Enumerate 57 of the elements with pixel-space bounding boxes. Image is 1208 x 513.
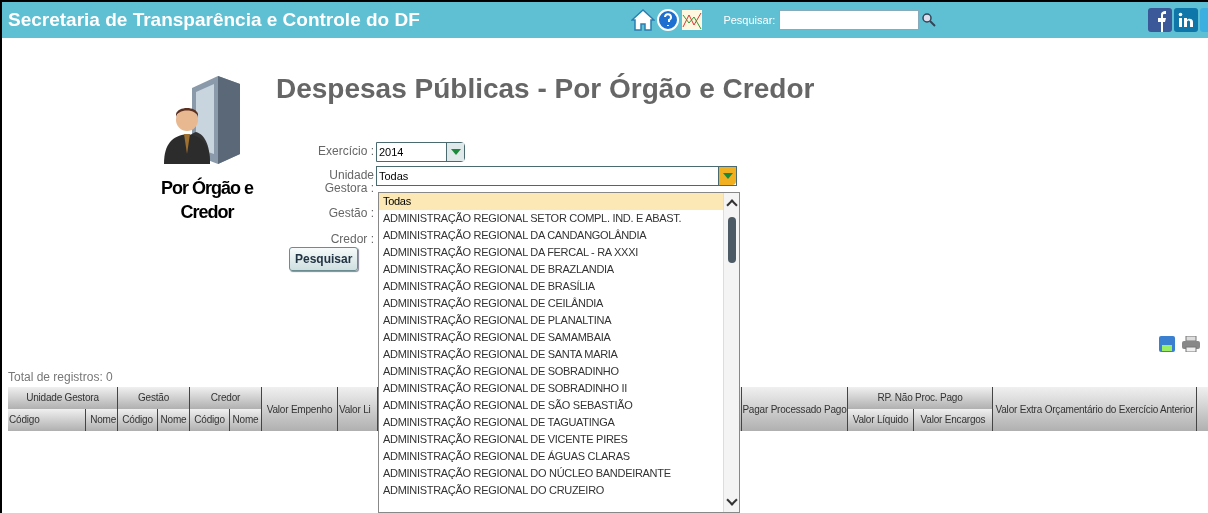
column-header: Código xyxy=(190,409,230,431)
dropdown-option[interactable]: Todas xyxy=(379,193,723,210)
dropdown-option[interactable]: ADMINISTRAÇÃO REGIONAL DA FERCAL - RA XXXI xyxy=(379,244,723,261)
dropdown-option[interactable]: ADMINISTRAÇÃO REGIONAL DO NÚCLEO BANDEIRANTE xyxy=(379,465,723,482)
record-count: Total de registros: 0 xyxy=(8,369,113,386)
dropdown-option[interactable]: ADMINISTRAÇÃO REGIONAL SETOR COMPL. IND. E ABAST. xyxy=(379,210,723,227)
dropdown-option[interactable]: ADMINISTRAÇÃO REGIONAL DE SÃO SEBASTIÃO xyxy=(379,397,723,414)
column-header: Valor Li xyxy=(338,387,378,431)
dropdown-option[interactable]: ADMINISTRAÇÃO REGIONAL DE ÁGUAS CLARAS xyxy=(379,448,723,465)
search-field[interactable] xyxy=(779,10,920,30)
print-icon[interactable] xyxy=(1182,336,1200,352)
search-label: Pesquisar: xyxy=(723,12,776,28)
search-icon[interactable] xyxy=(922,13,937,27)
dropdown-option[interactable]: ADMINISTRAÇÃO REGIONAL DE SOBRADINHO II xyxy=(379,380,723,397)
column-header: Nome xyxy=(86,409,118,431)
dropdown-option[interactable]: ADMINISTRAÇÃO REGIONAL DE CEILÂNDIA xyxy=(379,295,723,312)
field-label: Gestão : xyxy=(327,205,374,220)
column-group-header: Credor xyxy=(190,387,262,409)
dropdown-option[interactable]: ADMINISTRAÇÃO REGIONAL DE SANTA MARIA xyxy=(379,346,723,363)
dropdown-option[interactable]: ADMINISTRAÇÃO REGIONAL DE VICENTE PIRES xyxy=(379,431,723,448)
select-field[interactable]: 2014 xyxy=(376,142,465,162)
column-group-header: Unidade Gestora xyxy=(8,387,118,409)
section-caption: Por Órgão e Credor xyxy=(160,176,255,224)
column-header: Nome xyxy=(158,409,190,431)
column-header: Pagar Processado Pago xyxy=(742,387,848,431)
select-field[interactable]: Todas xyxy=(376,166,737,186)
facebook-icon[interactable] xyxy=(1148,8,1172,32)
column-header: Valor Encargos xyxy=(914,409,993,431)
dropdown-option[interactable]: ADMINISTRAÇÃO REGIONAL DE SOBRADINHO xyxy=(379,363,723,380)
dropdown-option[interactable]: ADMINISTRAÇÃO REGIONAL DE PLANALTINA xyxy=(379,312,723,329)
column-header: Nome xyxy=(230,409,262,431)
page-title: Despesas Públicas - Por Órgão e Credor xyxy=(276,72,815,106)
dropdown-option[interactable]: ADMINISTRAÇÃO REGIONAL DA CANDANGOLÂNDIA xyxy=(379,227,723,244)
column-group-header: Gestão xyxy=(118,387,190,409)
column-header: Código xyxy=(8,409,86,431)
home-icon[interactable] xyxy=(631,8,656,32)
save-icon[interactable] xyxy=(1159,336,1175,352)
field-label: Exercício : xyxy=(317,143,374,158)
field-label: Unidade Gestora : xyxy=(323,167,374,195)
help-icon[interactable] xyxy=(657,9,680,31)
chart-icon[interactable] xyxy=(681,9,704,31)
dropdown-option[interactable]: ADMINISTRAÇÃO REGIONAL DE SAMAMBAIA xyxy=(379,329,723,346)
scroll-thumb[interactable] xyxy=(727,217,736,263)
column-header: Valor Extra Orçamentário do Exercício Anterior xyxy=(993,387,1197,431)
dropdown-option[interactable]: ADMINISTRAÇÃO REGIONAL DE TAGUATINGA xyxy=(379,414,723,431)
site-title: Secretaria de Transparência e Controle do DF xyxy=(8,7,420,32)
dropdown-option[interactable]: ADMINISTRAÇÃO REGIONAL DE BRAZLANDIA xyxy=(379,261,723,278)
column-header: Código xyxy=(118,409,158,431)
search-button[interactable]: Pesquisar xyxy=(289,247,359,271)
field-label: Credor : xyxy=(329,231,374,246)
dropdown-option[interactable]: ADMINISTRAÇÃO REGIONAL DO CRUZEIRO xyxy=(379,482,723,499)
linkedin-icon[interactable] xyxy=(1174,8,1198,32)
scrollbar[interactable] xyxy=(723,193,739,512)
column-header: Valor Empenho xyxy=(262,387,338,431)
dropdown-option[interactable]: ADMINISTRAÇÃO REGIONAL DE BRASÍLIA xyxy=(379,278,723,295)
column-group-header: RP. Não Proc. Pago xyxy=(848,387,993,409)
column-header: Valor Líquido xyxy=(848,409,914,431)
